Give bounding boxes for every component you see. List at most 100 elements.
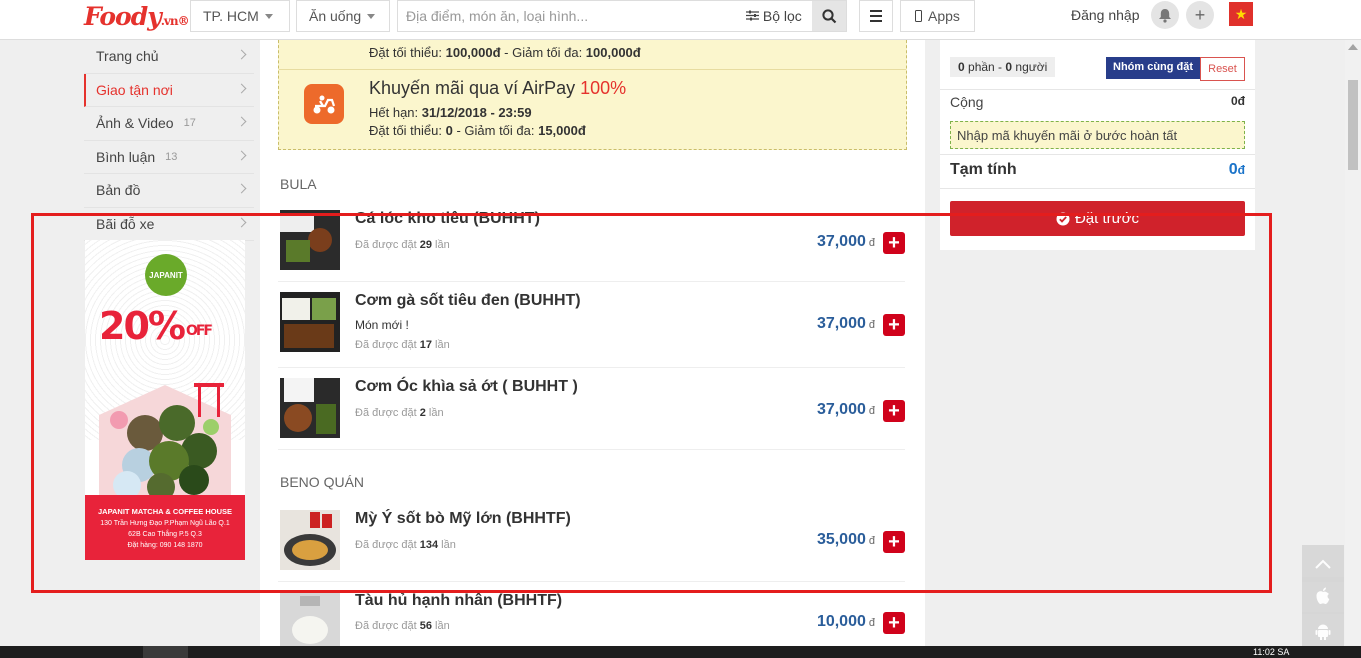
foody-logo[interactable]: Foody.vn® — [84, 2, 190, 31]
menu-item: Cơm Óc khìa sả ớt ( BUHHT ) Đã được đặt … — [278, 378, 905, 450]
apple-icon — [1316, 587, 1330, 604]
android-app-button[interactable] — [1302, 612, 1344, 649]
promo-box: Đặt tối thiểu: 100,000đ - Giảm tối đa: 1… — [278, 40, 907, 150]
notification-button[interactable] — [1151, 1, 1179, 29]
item-name: Cơm gà sốt tiêu đen (BUHHT) — [355, 292, 581, 309]
item-price: 37,000 đ — [816, 315, 875, 332]
chevron-right-icon — [236, 116, 247, 127]
chevron-up-icon — [1315, 559, 1331, 569]
sidebar-item-parking[interactable]: Bãi đỗ xe — [84, 208, 254, 241]
search-icon — [821, 8, 836, 23]
reset-button[interactable]: Reset — [1200, 57, 1245, 81]
sliders-icon — [746, 10, 759, 21]
city-dropdown[interactable]: TP. HCM — [190, 0, 290, 32]
group-order-button[interactable]: Nhóm cùng đặt — [1106, 57, 1201, 79]
airpay-promo-title: Khuyến mãi qua ví AirPay 100% — [369, 78, 627, 98]
food-thumbnail — [280, 510, 340, 570]
ad-discount: 20% OFF — [99, 304, 213, 348]
food-thumbnail — [280, 378, 340, 438]
airpay-promo-expiry: Hết hạn: 31/12/2018 - 23:59 — [369, 105, 532, 120]
sidebar-item-delivery[interactable]: Giao tận nơi — [84, 73, 254, 107]
search-box: Bộ lọc — [397, 0, 847, 32]
taskbar-app[interactable] — [143, 646, 188, 658]
order-button[interactable]: Đặt trước — [950, 201, 1245, 236]
chevron-right-icon — [236, 83, 247, 93]
scroll-up-arrow-icon[interactable] — [1348, 44, 1358, 50]
ios-app-button[interactable] — [1302, 577, 1344, 614]
ad-footer: JAPANIT MATCHA & COFFEE HOUSE 130 Trần H… — [85, 495, 245, 560]
item-price: 37,000 đ — [816, 401, 875, 418]
search-input[interactable] — [406, 8, 736, 24]
cart-summary: 0 phần - 0 người — [950, 57, 1056, 77]
add-to-cart-button[interactable]: + — [883, 314, 905, 336]
sidebar-item-map[interactable]: Bản đồ — [84, 174, 254, 208]
menu-panel: Đặt tối thiểu: 100,000đ - Giảm tối đa: 1… — [260, 40, 925, 658]
photo-count: 17 — [183, 117, 196, 130]
order-count: Đã được đặt 17 lần — [355, 339, 450, 351]
plus-icon: + — [1194, 4, 1206, 25]
food-thumbnail — [280, 210, 340, 270]
android-icon — [1315, 624, 1331, 640]
plus-icon: + — [888, 314, 900, 336]
japanit-logo: JAPANIT — [145, 254, 187, 296]
add-to-cart-button[interactable]: + — [883, 400, 905, 422]
item-price: 35,000 đ — [816, 531, 875, 548]
plus-icon: + — [888, 531, 900, 553]
sidebar-item-home[interactable]: Trang chủ — [84, 40, 254, 74]
cart-panel: 0 phần - 0 người Nhóm cùng đặt Reset Cộn… — [940, 40, 1255, 250]
apps-button[interactable]: Apps — [900, 0, 975, 32]
item-name: Mỳ Ý sốt bò Mỹ lớn (BHHTF) — [355, 510, 571, 527]
item-name: Cá lóc kho tiêu (BUHHT) — [355, 210, 540, 227]
chevron-right-icon — [236, 183, 247, 194]
promo-1-limits: Đặt tối thiểu: 100,000đ - Giảm tối đa: 1… — [369, 45, 641, 60]
subtotal-label: Cộng — [950, 94, 984, 110]
add-to-cart-button[interactable]: + — [883, 232, 905, 254]
plus-icon: + — [888, 612, 900, 634]
hamburger-icon — [870, 10, 882, 12]
sidebar-item-reviews[interactable]: Bình luận 13 — [84, 141, 254, 174]
sidebar-nav: Trang chủ Giao tận nơi Ảnh & Video 17 Bìn… — [84, 40, 254, 241]
bell-icon — [1159, 8, 1171, 23]
subtotal-value: 0đ — [1230, 94, 1245, 108]
scooter-icon — [304, 84, 344, 124]
check-circle-icon — [1056, 212, 1070, 225]
add-to-cart-button[interactable]: + — [883, 531, 905, 553]
chevron-right-icon — [236, 217, 247, 227]
chevron-right-icon — [236, 49, 247, 60]
chevron-down-icon — [264, 13, 273, 19]
taskbar-clock: 11:02 SA — [1253, 647, 1290, 657]
order-count: Đã được đặt 29 lần — [355, 239, 450, 251]
japanit-ad-banner[interactable]: JAPANIT 20% OFF JAPANIT MATCHA & COFFEE H… — [85, 240, 245, 560]
add-button[interactable]: + — [1186, 1, 1214, 29]
menu-button[interactable] — [859, 0, 893, 32]
item-name: Cơm Óc khìa sả ớt ( BUHHT ) — [355, 378, 578, 395]
section-title: BULA — [280, 176, 317, 192]
login-link[interactable]: Đăng nhập — [1071, 7, 1140, 23]
top-bar: Foody.vn® TP. HCM Ăn uống Bộ lọc Apps Đă… — [0, 0, 1361, 40]
chevron-down-icon — [367, 13, 376, 19]
menu-item: Mỳ Ý sốt bò Mỹ lớn (BHHTF) Đã được đặt 1… — [278, 510, 905, 582]
plus-icon: + — [888, 232, 900, 254]
food-thumbnail — [280, 592, 340, 652]
filter-button[interactable]: Bộ lọc — [746, 8, 802, 24]
total-label: Tạm tính — [950, 161, 1017, 178]
vietnam-flag-icon[interactable]: ★ — [1229, 2, 1253, 26]
menu-item: Cơm gà sốt tiêu đen (BUHHT) Món mới ! Đã… — [278, 292, 905, 368]
section-title: BENO QUÁN — [280, 474, 365, 490]
plus-icon: + — [888, 400, 900, 422]
add-to-cart-button[interactable]: + — [883, 612, 905, 634]
food-thumbnail — [280, 292, 340, 352]
os-taskbar: 11:02 SA — [0, 646, 1361, 658]
item-price: 37,000 đ — [816, 233, 875, 250]
mobile-icon — [915, 10, 922, 22]
ad-food-image — [99, 383, 231, 495]
item-price: 10,000 đ — [816, 613, 875, 630]
category-dropdown[interactable]: Ăn uống — [296, 0, 390, 32]
sidebar-item-photos[interactable]: Ảnh & Video 17 — [84, 107, 254, 141]
review-count: 13 — [165, 150, 178, 163]
menu-item: Cá lóc kho tiêu (BUHHT) Đã được đặt 29 l… — [278, 210, 905, 282]
search-button[interactable] — [812, 1, 846, 31]
total-value: 0đ — [1228, 161, 1245, 178]
scrollbar-thumb[interactable] — [1348, 80, 1358, 170]
order-count: Đã được đặt 2 lần — [355, 407, 444, 419]
